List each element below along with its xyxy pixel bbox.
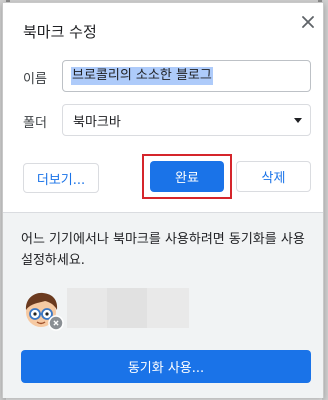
enable-sync-button[interactable]: 동기화 사용...	[21, 350, 311, 383]
account-placeholder	[147, 288, 189, 328]
done-button-highlight	[142, 154, 232, 199]
more-button[interactable]: 더보기...	[23, 163, 99, 193]
edit-bookmark-dialog: 북마크 수정 이름 브로콜리의 소소한 블로그 폴더 북마크바 더보기... 완…	[2, 2, 324, 398]
avatar	[21, 288, 65, 332]
name-label: 이름	[23, 72, 47, 87]
sync-message: 어느 기기에서나 북마크를 사용하려면 동기화를 사용 설정하세요.	[21, 232, 305, 268]
close-button[interactable]	[297, 11, 319, 33]
folder-select[interactable]: 북마크바	[62, 104, 311, 136]
avatar-icon	[25, 292, 64, 331]
dropdown-caret-icon	[294, 118, 302, 123]
dialog-title: 북마크 수정	[23, 23, 97, 41]
sync-promo-panel: 어느 기기에서나 북마크를 사용하려면 동기화를 사용 설정하세요. 동기화 사…	[3, 212, 323, 398]
close-icon	[302, 16, 314, 28]
delete-button[interactable]: 삭제	[236, 161, 311, 192]
folder-select-value: 북마크바	[73, 114, 121, 130]
bookmark-name-value: 브로콜리의 소소한 블로그	[71, 67, 213, 85]
account-placeholder	[107, 288, 147, 328]
account-placeholder	[67, 288, 107, 328]
bookmark-name-input[interactable]: 브로콜리의 소소한 블로그	[62, 60, 311, 92]
folder-label: 폴더	[23, 116, 47, 131]
